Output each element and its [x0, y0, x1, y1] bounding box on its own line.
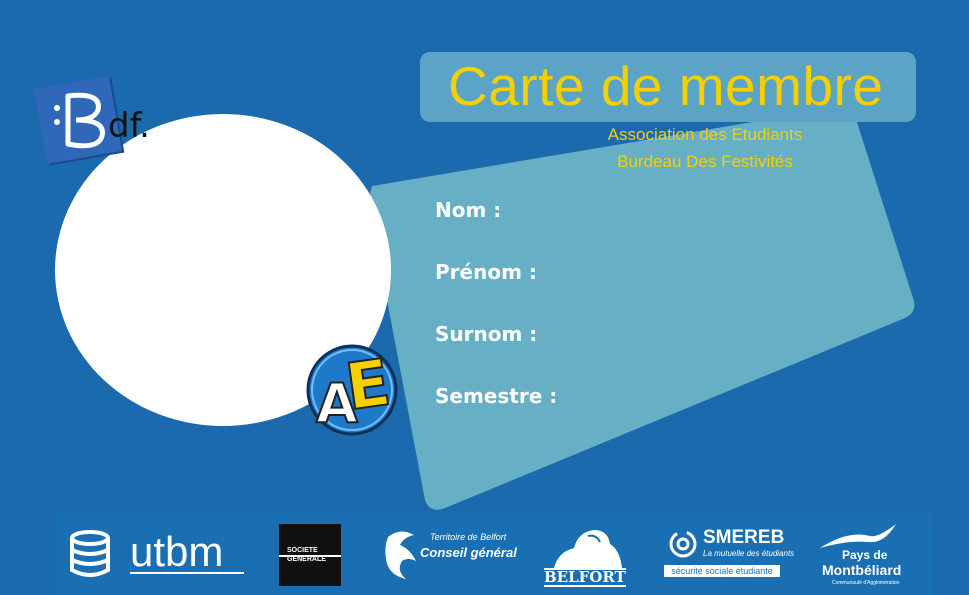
belfort-lion-icon	[554, 530, 622, 568]
pm-line2: Montbéliard	[822, 562, 902, 578]
tdb-line2: Conseil général	[420, 545, 517, 560]
field-nom: Nom :	[435, 198, 502, 222]
association-name: Association des Etudiants	[607, 125, 803, 144]
field-prenom: Prénom :	[435, 260, 537, 284]
field-surnom: Surnom :	[435, 322, 538, 346]
sg-line1: SOCIETE	[287, 547, 318, 554]
smereb-sub: sécurité sociale étudiante	[664, 565, 780, 577]
bdf-logo-text: df.	[108, 106, 150, 146]
smereb-name: SMEREB	[703, 527, 785, 548]
utbm-logo-icon	[70, 530, 110, 577]
smereb-tagline: La mutuelle des étudiants	[703, 549, 795, 558]
field-semestre: Semestre :	[435, 384, 558, 408]
pm-line3: Communauté d'Agglomération	[832, 580, 900, 586]
sg-line2: GENERALE	[287, 556, 326, 563]
tdb-line1: Territoire de Belfort	[430, 532, 507, 542]
card-title: Carte de membre	[448, 55, 884, 117]
utbm-logo-text: utbm	[130, 528, 224, 575]
association-subname: Burdeau Des Festivités	[617, 152, 793, 171]
belfort-text: BELFORT	[544, 568, 626, 587]
ae-letter-e: E	[341, 346, 395, 425]
utbm-underline	[130, 572, 244, 574]
ae-logo: A E	[306, 344, 398, 436]
smereb-spiral-icon	[669, 530, 697, 558]
member-card: Carte de membre Association des Etudiant…	[0, 0, 969, 595]
pm-line1: Pays de	[842, 548, 888, 562]
